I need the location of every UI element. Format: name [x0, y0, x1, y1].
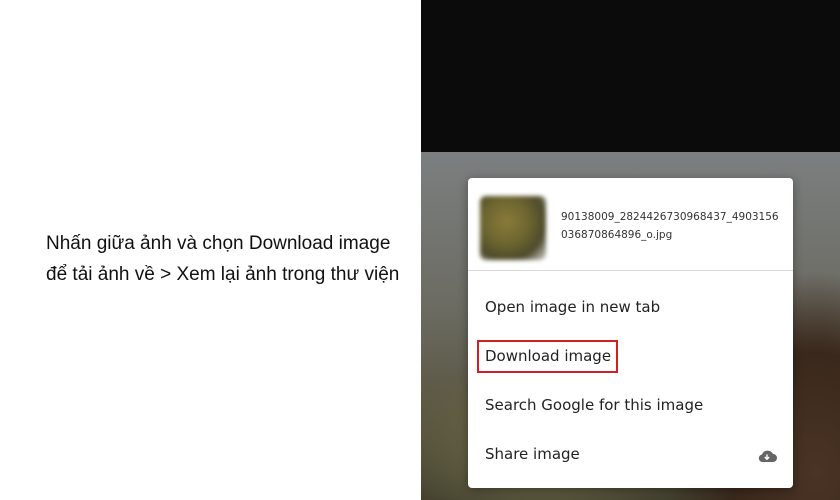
menu-item-label: Share image — [485, 445, 580, 463]
image-thumbnail — [480, 196, 546, 260]
highlight-box — [477, 340, 618, 373]
image-filename: 90138009_2824426730968437_49031560368708… — [561, 211, 779, 241]
search-google-item[interactable]: Search Google for this image — [468, 383, 793, 429]
menu-header: 90138009_2824426730968437_49031560368708… — [468, 178, 793, 271]
menu-item-label: Search Google for this image — [485, 396, 704, 414]
open-in-new-tab-item[interactable]: Open image in new tab — [468, 285, 793, 331]
share-image-item[interactable]: Share image — [468, 432, 793, 478]
menu-item-label: Open image in new tab — [485, 298, 661, 316]
phone-screenshot: 90138009_2824426730968437_49031560368708… — [421, 0, 840, 500]
instruction-text: Nhấn giữa ảnh và chọn Download image để … — [46, 233, 400, 285]
dark-top-area — [421, 0, 840, 152]
cloud-icon — [758, 450, 777, 462]
context-menu: 90138009_2824426730968437_49031560368708… — [468, 178, 793, 488]
